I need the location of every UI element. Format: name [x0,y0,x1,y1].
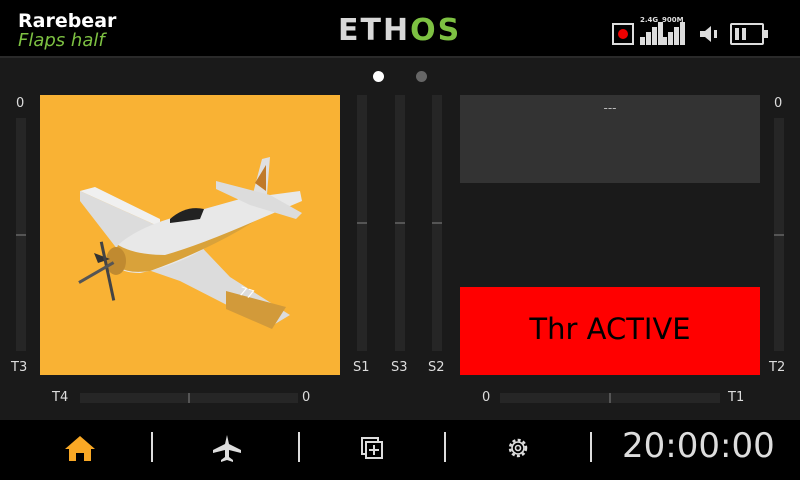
bottom-nav-bar: 20:00:00 [0,420,800,480]
t2-trim-bar [774,118,784,351]
airplane-icon[interactable] [207,432,247,464]
throttle-status-widget[interactable]: Thr ACTIVE [460,287,760,375]
t3-trim-bar [16,118,26,351]
signal-900m-bars: 900M [662,16,690,48]
record-icon[interactable] [612,23,634,45]
s3-slider-bar [395,95,405,351]
home-icon[interactable] [60,432,100,464]
t4-trim-bar [80,393,298,403]
s1-slider-bar [357,95,367,351]
flight-mode: Flaps half [18,30,105,51]
widgets-icon[interactable] [352,432,392,464]
s2-label: S2 [428,360,445,375]
ethos-logo: ETHOS [338,13,462,48]
t1-value: 0 [482,390,491,405]
s2-slider-bar [432,95,442,351]
page-dot-2[interactable] [416,71,427,82]
t1-trim-bar [500,393,720,403]
nav-separator [298,432,300,462]
t2-label: T2 [769,360,786,375]
volume-icon[interactable] [698,24,722,44]
t3-value: 0 [16,96,25,111]
t2-value: 0 [774,96,783,111]
value-widget-text: --- [603,101,617,115]
throttle-status-text: Thr ACTIVE [529,312,691,346]
s3-label: S3 [391,360,408,375]
value-widget[interactable]: --- [460,95,760,183]
timer-display[interactable]: 20:00:00 [622,426,775,466]
t1-label: T1 [728,390,745,405]
nav-separator [444,432,446,462]
page-dot-1[interactable] [373,71,384,82]
airplane-image: 77 [78,157,302,329]
gear-icon[interactable] [498,432,538,464]
battery-icon [730,23,768,45]
model-image[interactable]: 77 [40,95,340,375]
top-bar: Rarebear Flaps half ETHOS 2.4G 900M [0,0,800,58]
t4-value: 0 [302,390,311,405]
nav-separator [590,432,592,462]
nav-separator [151,432,153,462]
s1-label: S1 [353,360,370,375]
t3-label: T3 [11,360,28,375]
model-name[interactable]: Rarebear [18,11,116,31]
t4-label: T4 [52,390,69,405]
